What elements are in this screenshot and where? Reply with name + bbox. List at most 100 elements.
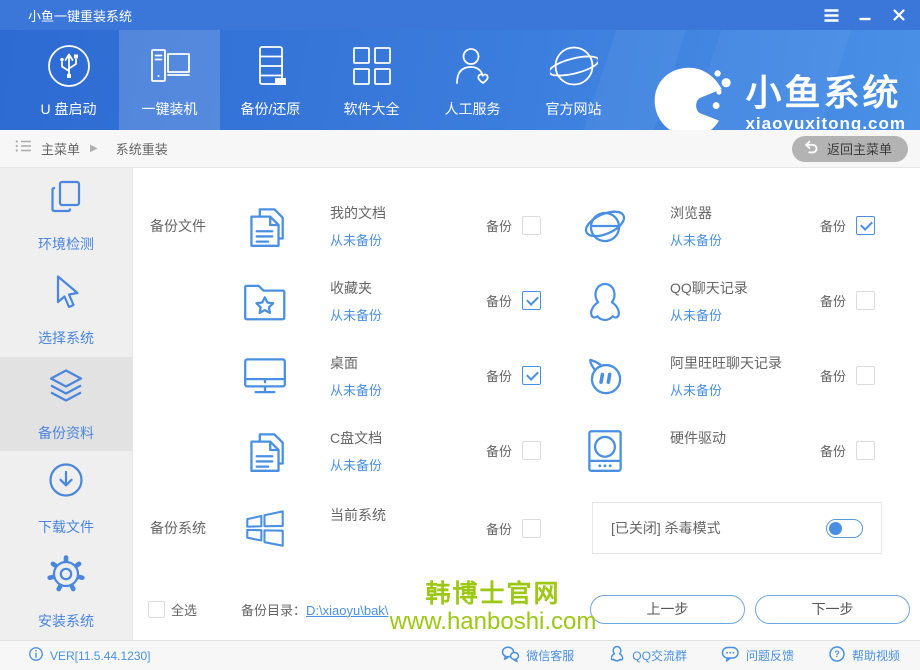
wechat-support-link[interactable]: 微信客服 bbox=[501, 645, 574, 666]
backup-dir-link[interactable]: D:\xiaoyu\bak\ bbox=[306, 603, 388, 618]
menu-icon[interactable] bbox=[818, 4, 844, 26]
sidebar-item-download-files[interactable]: 下载文件 bbox=[0, 451, 132, 545]
nav-tab-service[interactable]: 人工服务 bbox=[422, 30, 523, 130]
backup-item-text: 硬件驱动 bbox=[670, 425, 726, 477]
backup-control: 备份 bbox=[820, 441, 875, 460]
person-service-icon bbox=[450, 43, 496, 89]
sidebar-item-env-check[interactable]: 环境检测 bbox=[0, 168, 132, 262]
window-controls bbox=[818, 0, 912, 30]
backup-item-status[interactable]: 从未备份 bbox=[670, 305, 748, 324]
nav-tab-label: 一键装机 bbox=[142, 99, 198, 119]
backup-item-text: 我的文档 从未备份 bbox=[330, 200, 386, 252]
backup-control: 备份 bbox=[486, 366, 541, 385]
backup-item-status[interactable]: 从未备份 bbox=[330, 305, 382, 324]
monitor-icon bbox=[240, 351, 290, 401]
brand-text: 小鱼系统 xiaoyuxitong.com bbox=[745, 75, 906, 130]
backup-checkbox-c-drive-docs[interactable] bbox=[522, 441, 541, 460]
backup-control: 备份 bbox=[486, 519, 541, 538]
antivirus-mode-box: [已关闭] 杀毒模式 bbox=[592, 502, 882, 554]
backup-item-title: 我的文档 bbox=[330, 203, 386, 223]
backup-item-status[interactable]: 从未备份 bbox=[330, 230, 386, 249]
wechat-icon bbox=[501, 645, 520, 666]
top-nav: U 盘启动 一键装机 bbox=[0, 30, 920, 130]
backup-label: 备份 bbox=[820, 216, 846, 235]
nav-tab-usb-boot[interactable]: U 盘启动 bbox=[18, 30, 119, 130]
backup-checkbox-my-documents[interactable] bbox=[522, 216, 541, 235]
documents-icon bbox=[240, 426, 290, 476]
backup-checkbox-desktop[interactable] bbox=[522, 366, 541, 385]
qq-group-link[interactable]: QQ交流群 bbox=[608, 645, 687, 666]
help-video-link[interactable]: ? 帮助视频 bbox=[828, 645, 900, 666]
gear-icon bbox=[46, 554, 86, 599]
nav-tab-label: 备份/还原 bbox=[241, 99, 301, 119]
brand-domain: xiaoyuxitong.com bbox=[745, 114, 906, 130]
previous-step-button[interactable]: 上一步 bbox=[590, 595, 745, 624]
backup-label: 备份 bbox=[486, 441, 512, 460]
backup-item-current-system: 当前系统 备份 bbox=[223, 488, 573, 568]
svg-text:?: ? bbox=[834, 649, 840, 659]
version-text: VER[11.5.44.1230] bbox=[50, 649, 151, 663]
backup-label: 备份 bbox=[820, 291, 846, 310]
brand-name: 小鱼系统 bbox=[745, 75, 906, 111]
aliwangwang-icon bbox=[580, 351, 630, 401]
backup-item-aliwangwang: 阿里旺旺聊天记录 从未备份 备份 bbox=[573, 338, 920, 413]
backup-checkbox-qq-chat[interactable] bbox=[856, 291, 875, 310]
backup-item-title: 硬件驱动 bbox=[670, 428, 726, 448]
help-icon: ? bbox=[828, 645, 846, 666]
backup-dir: 备份目录：D:\xiaoyu\bak\ bbox=[241, 600, 388, 619]
backup-checkbox-favorites[interactable] bbox=[522, 291, 541, 310]
next-step-button[interactable]: 下一步 bbox=[755, 595, 910, 624]
backup-label: 备份 bbox=[820, 366, 846, 385]
sidebar-item-label: 安装系统 bbox=[38, 611, 94, 631]
sidebar-item-label: 选择系统 bbox=[38, 328, 94, 348]
backup-item-status[interactable]: 从未备份 bbox=[330, 380, 382, 399]
breadcrumb-current: 系统重装 bbox=[116, 139, 168, 158]
backup-item-browser: 浏览器 从未备份 备份 bbox=[573, 188, 920, 263]
backup-checkbox-current-system[interactable] bbox=[522, 519, 541, 538]
nav-tab-software[interactable]: 软件大全 bbox=[321, 30, 422, 130]
backup-item-title: 当前系统 bbox=[330, 505, 386, 525]
backup-item-text: 桌面 从未备份 bbox=[330, 350, 382, 402]
main-content: 备份文件 我的文档 从未备份 备份 bbox=[133, 168, 920, 640]
backup-item-status[interactable]: 从未备份 bbox=[670, 230, 722, 249]
sidebar-item-install-system[interactable]: 安装系统 bbox=[0, 546, 132, 640]
list-icon bbox=[14, 137, 33, 160]
status-link-label: 问题反馈 bbox=[746, 647, 794, 664]
sidebar-item-backup-data[interactable]: 备份资料 bbox=[0, 357, 132, 451]
feedback-link[interactable]: 问题反馈 bbox=[721, 645, 794, 666]
backup-label: 备份 bbox=[486, 291, 512, 310]
backup-checkbox-aliwangwang[interactable] bbox=[856, 366, 875, 385]
footer-row: 全选 备份目录：D:\xiaoyu\bak\ 上一步 下一步 bbox=[133, 594, 920, 624]
antivirus-cell: [已关闭] 杀毒模式 bbox=[573, 488, 920, 568]
title-bar: 小鱼一键重装系统 bbox=[0, 0, 920, 30]
nav-tab-one-key-install[interactable]: 一键装机 bbox=[119, 30, 220, 130]
windows-icon bbox=[240, 503, 290, 553]
select-all-checkbox[interactable] bbox=[148, 601, 165, 618]
backup-checkbox-browser[interactable] bbox=[856, 216, 875, 235]
backup-item-desktop: 桌面 从未备份 备份 bbox=[223, 338, 573, 413]
select-all-label[interactable]: 全选 bbox=[171, 600, 197, 619]
backup-row: C盘文档 从未备份 备份 bbox=[133, 413, 920, 488]
backup-item-title: C盘文档 bbox=[330, 428, 382, 448]
backup-checkbox-hardware-drivers[interactable] bbox=[856, 441, 875, 460]
minimize-icon[interactable] bbox=[852, 4, 878, 26]
backup-item-title: 收藏夹 bbox=[330, 278, 382, 298]
close-icon[interactable] bbox=[886, 4, 912, 26]
sidebar-item-label: 环境检测 bbox=[38, 234, 94, 254]
backup-dir-label: 备份目录： bbox=[241, 603, 306, 618]
backup-item-status[interactable]: 从未备份 bbox=[330, 455, 382, 474]
status-bar: VER[11.5.44.1230] 微信客服 bbox=[0, 640, 920, 670]
backup-label: 备份 bbox=[486, 519, 512, 538]
sidebar-item-select-system[interactable]: 选择系统 bbox=[0, 262, 132, 356]
antivirus-toggle[interactable] bbox=[826, 519, 863, 538]
nav-tab-backup-restore[interactable]: 备份/还原 bbox=[220, 30, 321, 130]
env-check-icon bbox=[46, 177, 86, 222]
nav-tab-website[interactable]: 官方网站 bbox=[523, 30, 624, 130]
backup-item-text: 当前系统 bbox=[330, 502, 386, 554]
breadcrumb-bar: 主菜单 ▶ 系统重装 返回主菜单 bbox=[0, 130, 920, 168]
backup-item-status[interactable]: 从未备份 bbox=[670, 380, 782, 399]
hardware-drive-icon bbox=[580, 426, 630, 476]
back-to-main-menu-button[interactable]: 返回主菜单 bbox=[792, 136, 908, 162]
breadcrumb-root[interactable]: 主菜单 bbox=[41, 139, 80, 158]
backup-control: 备份 bbox=[486, 291, 541, 310]
